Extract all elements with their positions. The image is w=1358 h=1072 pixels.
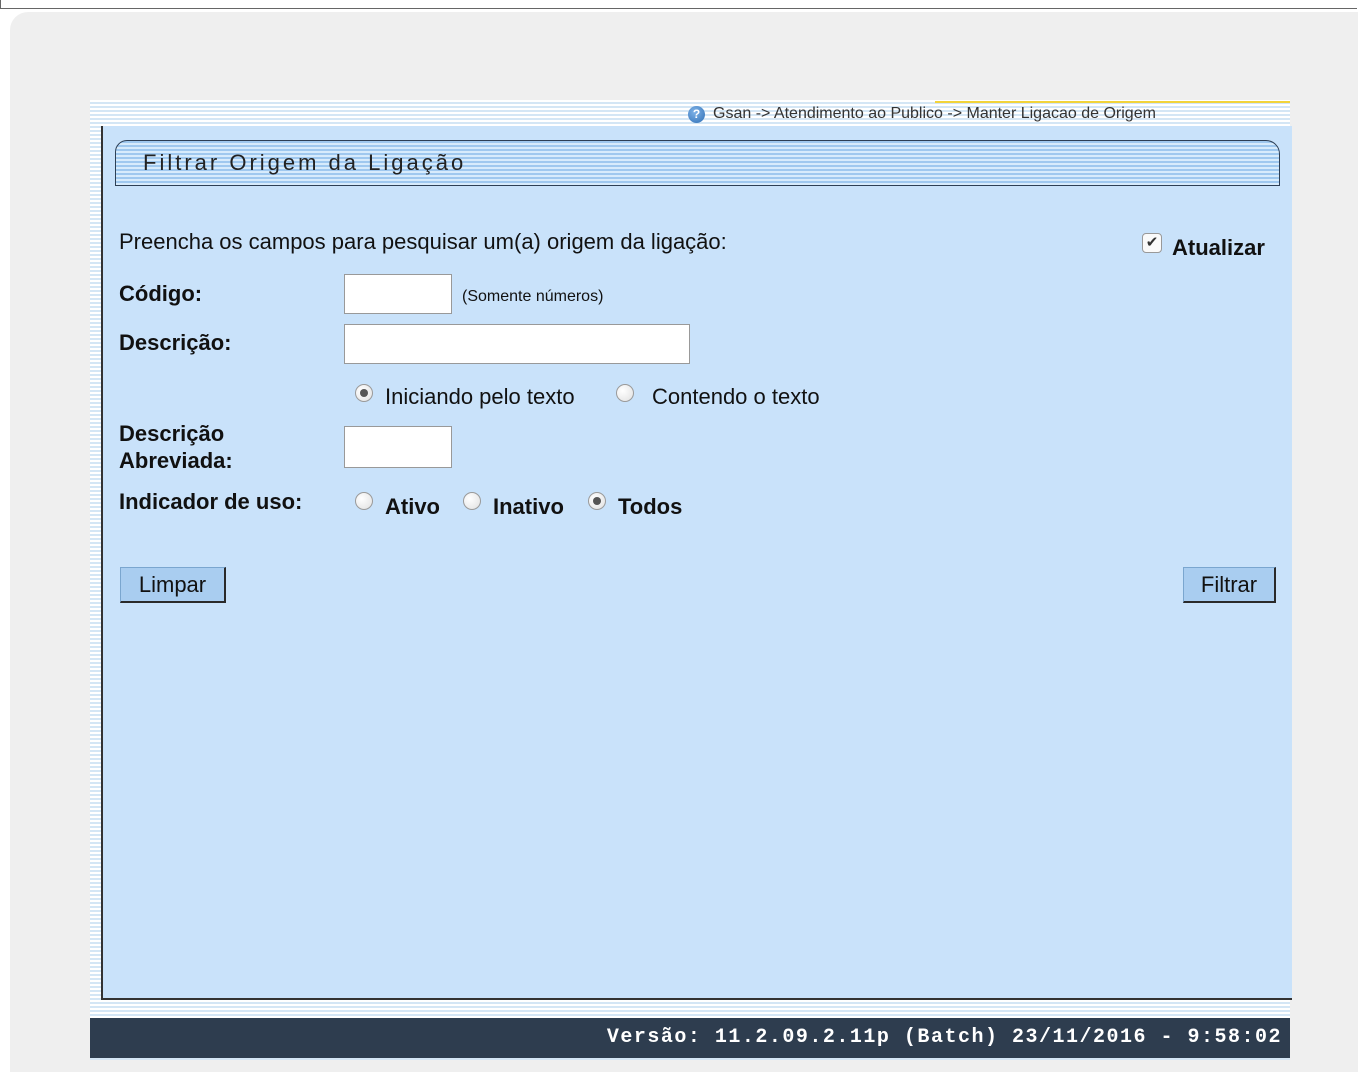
radio-inativo[interactable]	[463, 492, 481, 510]
indicador-uso-label: Indicador de uso:	[119, 489, 303, 514]
version-text: Versão: 11.2.09.2.11p (Batch) 23/11/2016…	[606, 1026, 1282, 1049]
radio-iniciando[interactable]	[355, 384, 373, 402]
codigo-input[interactable]	[344, 274, 452, 314]
atualizar-label: Atualizar	[1172, 235, 1265, 260]
top-strip	[0, 0, 1357, 9]
descricao-label: Descrição:	[119, 330, 232, 355]
filter-form-panel: Filtrar Origem da Ligação Preencha os ca…	[101, 126, 1292, 1000]
limpar-button[interactable]: Limpar	[120, 567, 226, 603]
radio-ativo[interactable]	[355, 492, 373, 510]
footer-divider	[101, 1000, 1290, 1018]
page-title: Filtrar Origem da Ligação	[143, 150, 467, 175]
descricao-abreviada-label-line2: Abreviada:	[119, 448, 233, 473]
form-title-tab: Filtrar Origem da Ligação	[115, 140, 1280, 186]
radio-contendo[interactable]	[616, 384, 634, 402]
descricao-abreviada-input[interactable]	[344, 426, 452, 468]
instruction-text: Preencha os campos para pesquisar um(a) …	[119, 229, 727, 254]
atualizar-checkbox[interactable]: ✔	[1142, 233, 1162, 253]
breadcrumb-text: Gsan -> Atendimento ao Publico -> Manter…	[713, 105, 1156, 122]
radio-todos-label: Todos	[618, 494, 683, 519]
header-accent-line	[935, 101, 1290, 103]
footer-bar: Versão: 11.2.09.2.11p (Batch) 23/11/2016…	[90, 1018, 1290, 1058]
codigo-hint: (Somente números)	[462, 288, 604, 305]
radio-inativo-label: Inativo	[493, 494, 564, 519]
radio-iniciando-label: Iniciando pelo texto	[385, 384, 575, 409]
help-icon[interactable]: ?	[688, 105, 705, 123]
codigo-label: Código:	[119, 281, 203, 306]
descricao-abreviada-label-line1: Descrição	[119, 421, 225, 446]
descricao-input[interactable]	[344, 324, 690, 364]
filtrar-button[interactable]: Filtrar	[1183, 567, 1276, 603]
breadcrumb: ? Gsan -> Atendimento ao Publico -> Mant…	[688, 105, 1156, 123]
radio-todos[interactable]	[588, 492, 606, 510]
radio-ativo-label: Ativo	[385, 494, 440, 519]
radio-contendo-label: Contendo o texto	[652, 384, 820, 409]
